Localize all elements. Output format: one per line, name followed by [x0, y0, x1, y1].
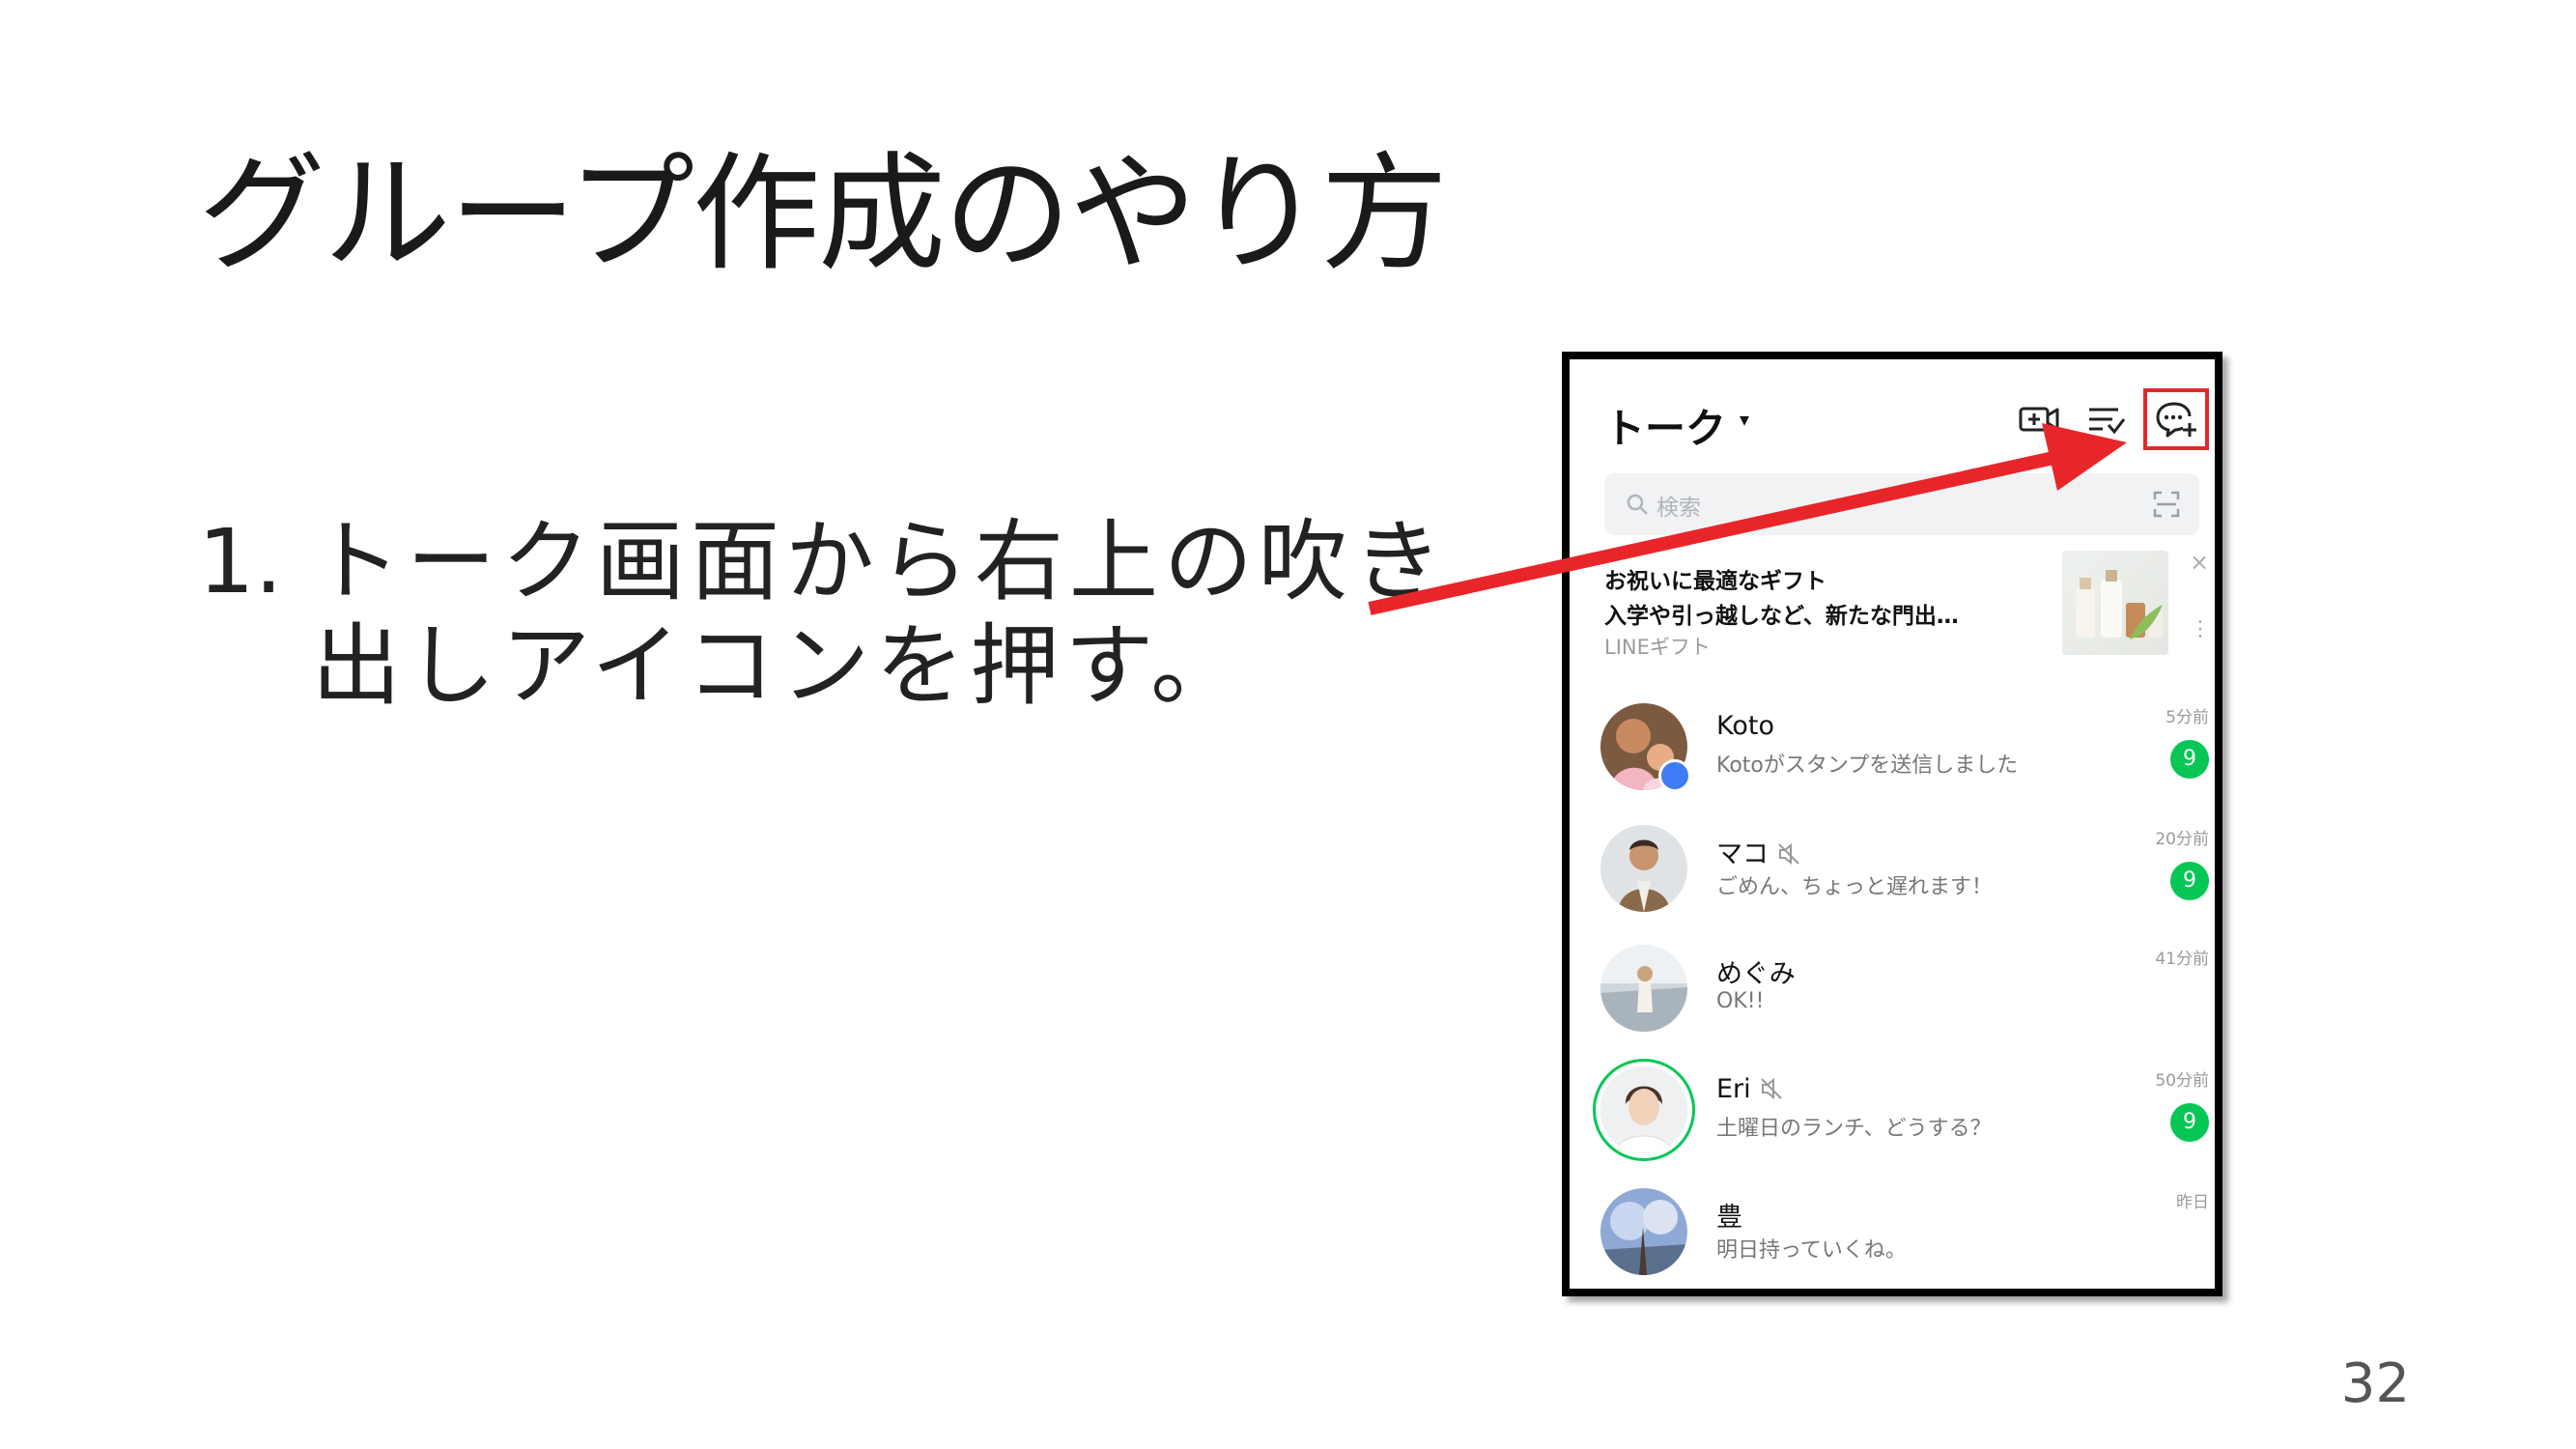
- gift-products-image: [2076, 570, 2163, 639]
- chat-row[interactable]: マコ ごめん、ちょっと遅れます！ 20分前 9: [1595, 825, 2209, 931]
- avatar: [1600, 825, 1687, 912]
- slide-title: グループ作成のやり方: [198, 140, 1448, 289]
- ad-more-icon[interactable]: ⋮: [2190, 619, 2211, 640]
- qr-scan-icon[interactable]: [2153, 491, 2180, 518]
- chat-preview: ごめん、ちょっと遅れます！: [1716, 875, 1994, 899]
- chat-row[interactable]: めぐみ OK!! 41分前: [1595, 945, 2209, 1051]
- chat-preview: 土曜日のランチ、どうする？: [1716, 1117, 1992, 1141]
- unread-badge: 9: [2170, 862, 2209, 900]
- ad-subtitle: 入学や引っ越しなど、新たな門出…: [1604, 604, 1959, 629]
- page-number: 32: [2340, 1352, 2410, 1415]
- chat-name-text: マコ: [1716, 839, 1769, 869]
- sort-filter-icon[interactable]: [2085, 400, 2128, 439]
- step-text: トーク画面から右上の吹き 出しアイコンを押す。: [312, 510, 1448, 719]
- search-placeholder: 検索: [1656, 496, 1701, 521]
- chat-preview: 明日持っていくね。: [1716, 1238, 1907, 1263]
- chat-time: 50分前: [2155, 1071, 2209, 1091]
- avatar: [1600, 945, 1687, 1032]
- mute-icon: [1778, 842, 1799, 866]
- avatar: [1600, 1066, 1687, 1153]
- gift-ad-banner[interactable]: お祝いに最適なギフト 入学や引っ越しなど、新たな門出… LINEギフト × ⋮: [1604, 549, 2211, 678]
- ad-thumbnail: [2062, 551, 2168, 655]
- chat-time: 41分前: [2155, 950, 2209, 969]
- chat-time: 5分前: [2166, 708, 2209, 727]
- chat-name: Eri: [1716, 1074, 1784, 1104]
- compose-highlight-box: [2143, 388, 2209, 450]
- pin-icon: [1658, 759, 1691, 792]
- title-dropdown-caret-icon[interactable]: ▾: [1740, 408, 1749, 431]
- ad-source: LINEギフト: [1604, 636, 1711, 659]
- ad-close-icon[interactable]: ×: [2190, 549, 2209, 576]
- step-text-line1: トーク画面から右上の吹き: [312, 510, 1449, 613]
- chat-name: めぐみ: [1716, 959, 1796, 989]
- chat-time: 昨日: [2176, 1193, 2209, 1212]
- search-bar[interactable]: 検索: [1604, 473, 2199, 535]
- unread-badge: 9: [2170, 740, 2209, 779]
- video-call-add-icon[interactable]: [2018, 400, 2060, 439]
- chat-row[interactable]: Eri 土曜日のランチ、どうする？ 50分前 9: [1595, 1066, 2209, 1173]
- chat-name-text: Eri: [1716, 1074, 1751, 1104]
- step-number: 1.: [198, 510, 283, 613]
- search-icon: [1627, 494, 1648, 515]
- chat-row[interactable]: 豊 明日持っていくね。 昨日: [1595, 1188, 2209, 1294]
- line-talk-screenshot: トーク ▾ 検索 お祝いに最適なギフト 入学や引っ越しなど、新たな門出… LIN…: [1562, 352, 2222, 1296]
- ad-title: お祝いに最適なギフト: [1604, 569, 1826, 594]
- talk-header-title[interactable]: トーク: [1604, 396, 1726, 455]
- unread-badge: 9: [2170, 1103, 2209, 1142]
- chat-time: 20分前: [2155, 830, 2209, 849]
- chat-row[interactable]: Koto Kotoがスタンプを送信しました 5分前 9: [1595, 703, 2209, 810]
- chat-preview: Kotoがスタンプを送信しました: [1716, 753, 2019, 778]
- chat-name: 豊: [1716, 1203, 1742, 1233]
- step-text-line2: 出しアイコンを押す。: [312, 614, 1246, 718]
- avatar: [1600, 1188, 1687, 1275]
- chat-name: マコ: [1716, 833, 1801, 870]
- chat-name: Koto: [1716, 711, 1774, 741]
- chat-preview: OK!!: [1716, 989, 1765, 1013]
- mute-icon: [1760, 1077, 1782, 1100]
